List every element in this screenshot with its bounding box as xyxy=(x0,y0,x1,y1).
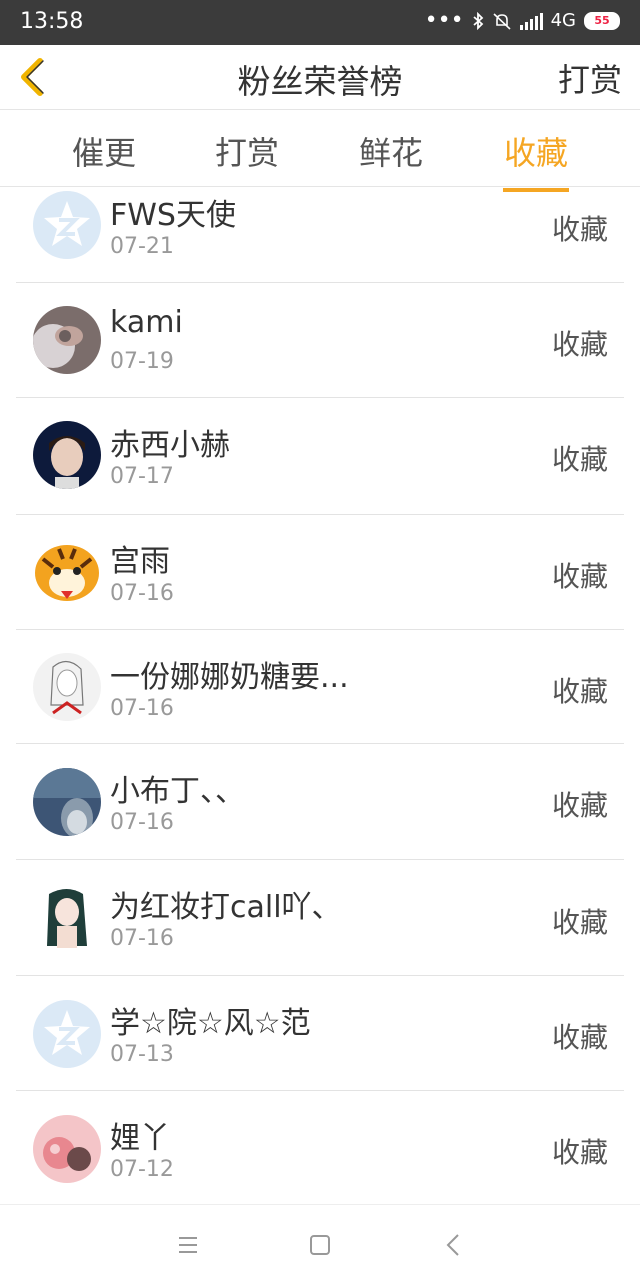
avatar xyxy=(33,421,101,489)
fan-name: 赤西小赫 xyxy=(110,428,230,463)
signal-icon xyxy=(519,12,543,30)
fan-date: 07-21 xyxy=(110,234,174,259)
fan-name: FWS天使 xyxy=(110,198,236,233)
fan-name: 一份娜娜奶糖要... xyxy=(110,660,349,695)
qq-default-avatar-icon xyxy=(33,191,101,259)
avatar xyxy=(33,768,101,836)
fan-name: 为红妆打call吖、 xyxy=(110,890,342,925)
tab-favorites[interactable]: 收藏 xyxy=(486,128,586,192)
reward-button[interactable]: 打赏 xyxy=(558,55,622,101)
back-icon[interactable] xyxy=(440,1231,468,1259)
avatar xyxy=(33,653,101,721)
avatar xyxy=(33,1115,101,1183)
fan-name: 宫雨 xyxy=(110,544,170,579)
tab-favorites-label: 收藏 xyxy=(503,134,568,172)
app-header: 粉丝荣誉榜 打赏 xyxy=(0,45,640,110)
fan-action: 收藏 xyxy=(551,906,608,939)
fan-date: 07-16 xyxy=(110,810,174,835)
fan-name: 娌丫 xyxy=(110,1121,170,1156)
avatar xyxy=(33,191,101,259)
bluetooth-icon xyxy=(473,11,483,30)
fan-date: 07-16 xyxy=(110,926,174,951)
tab-bar: 催更 打赏 鲜花 收藏 xyxy=(0,110,640,192)
avatar xyxy=(33,306,101,374)
sketch-girl-avatar xyxy=(33,653,101,721)
status-time: 13:58 xyxy=(20,9,84,34)
list-item[interactable]: 为红妆打call吖、 07-16 收藏 xyxy=(16,860,624,976)
list-item[interactable]: 小布丁、、 07-16 收藏 xyxy=(16,744,624,860)
fan-date: 07-17 xyxy=(110,464,174,489)
pink-photo-avatar xyxy=(33,1115,101,1183)
list-item[interactable]: 一份娜娜奶糖要... 07-16 收藏 xyxy=(16,630,624,744)
tab-reward[interactable]: 打赏 xyxy=(197,128,297,174)
fan-action: 收藏 xyxy=(551,1021,608,1054)
list-item[interactable]: 娌丫 07-12 收藏 xyxy=(16,1091,624,1207)
fan-action: 收藏 xyxy=(551,213,608,246)
fan-action: 收藏 xyxy=(551,675,608,708)
totoro-avatar xyxy=(33,768,101,836)
page-title: 粉丝荣誉榜 xyxy=(237,62,403,101)
list-item[interactable]: kami 07-19 收藏 xyxy=(16,283,624,398)
qq-default-avatar-icon xyxy=(33,1000,101,1068)
fan-action: 收藏 xyxy=(551,1136,608,1169)
list-item[interactable]: 赤西小赫 07-17 收藏 xyxy=(16,398,624,515)
fan-date: 07-16 xyxy=(110,581,174,606)
more-dots-icon: ••• xyxy=(424,7,464,33)
avatar xyxy=(33,884,101,952)
fan-name: 小布丁、、 xyxy=(110,774,245,809)
fan-action: 收藏 xyxy=(551,789,608,822)
tab-urge-label: 催更 xyxy=(71,134,136,172)
avatar xyxy=(33,1000,101,1068)
person-photo-avatar xyxy=(33,421,101,489)
tab-urge[interactable]: 催更 xyxy=(54,128,154,174)
list-item[interactable]: FWS天使 07-21 收藏 xyxy=(16,188,624,283)
fan-list: FWS天使 07-21 收藏 kami 07-19 收藏 赤西小赫 07-17 … xyxy=(16,188,624,1207)
anime-girl-avatar xyxy=(33,884,101,952)
list-item[interactable]: 学☆院☆风☆范 07-13 收藏 xyxy=(16,976,624,1091)
status-bar: 13:58 ••• 4G 55 xyxy=(0,0,640,45)
fan-action: 收藏 xyxy=(551,560,608,593)
battery-level: 55 xyxy=(594,13,610,27)
fan-name: 学☆院☆风☆范 xyxy=(110,1006,311,1041)
fan-date: 07-19 xyxy=(110,349,174,374)
tab-reward-label: 打赏 xyxy=(214,134,279,172)
hand-photo-avatar xyxy=(33,306,101,374)
fan-date: 07-13 xyxy=(110,1042,174,1067)
network-type: 4G xyxy=(550,10,576,31)
fan-action: 收藏 xyxy=(551,328,608,361)
home-icon[interactable] xyxy=(306,1231,334,1259)
status-icons: ••• 4G 55 xyxy=(424,7,620,33)
tab-flowers[interactable]: 鲜花 xyxy=(341,128,441,174)
mute-bell-icon xyxy=(493,12,511,30)
avatar xyxy=(33,539,101,607)
menu-icon[interactable] xyxy=(174,1231,202,1259)
battery-icon: 55 xyxy=(584,11,620,30)
list-item[interactable]: 宫雨 07-16 收藏 xyxy=(16,515,624,630)
system-nav-bar xyxy=(0,1204,640,1281)
fan-action: 收藏 xyxy=(551,443,608,476)
tiger-cartoon-avatar xyxy=(33,539,101,607)
fan-name: kami xyxy=(110,305,183,340)
tab-flowers-label: 鲜花 xyxy=(358,134,423,172)
fan-date: 07-16 xyxy=(110,696,174,721)
fan-date: 07-12 xyxy=(110,1157,174,1182)
